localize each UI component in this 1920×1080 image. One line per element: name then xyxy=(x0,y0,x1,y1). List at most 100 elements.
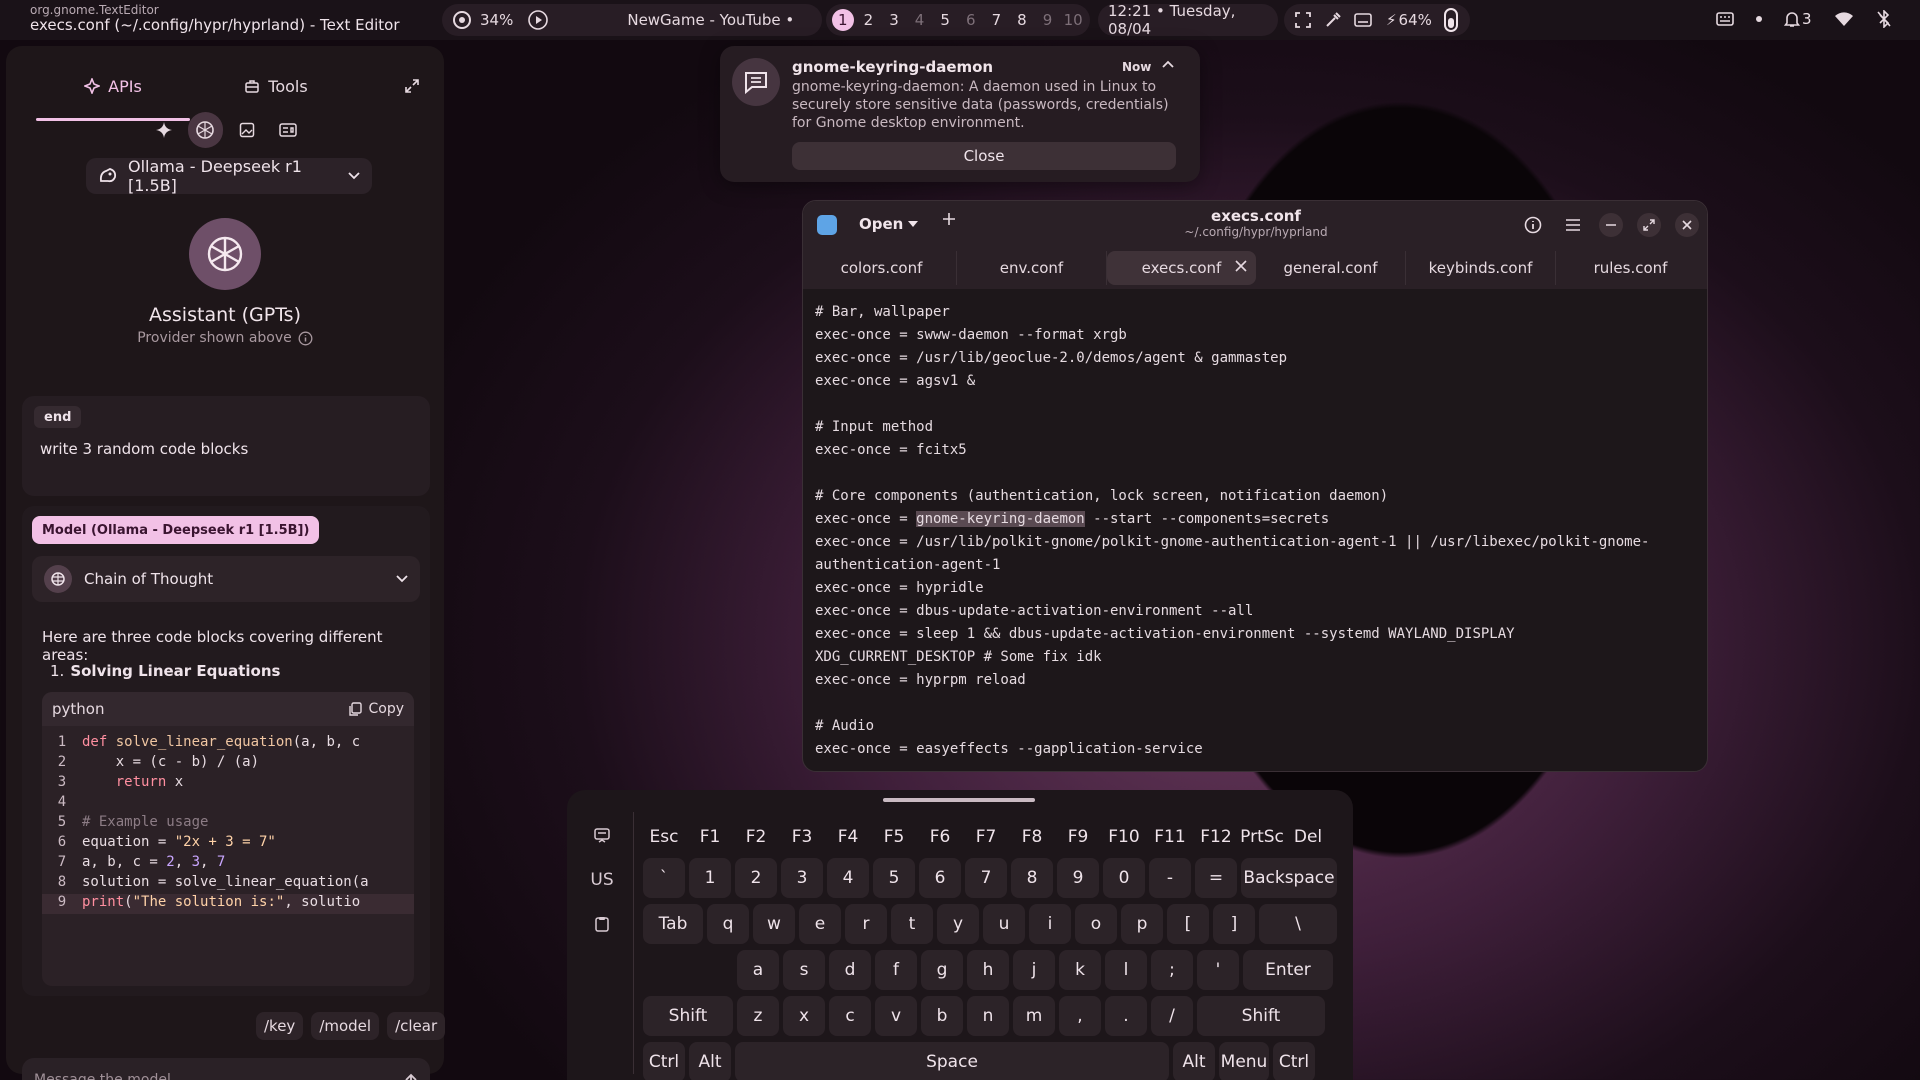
openai-provider-icon[interactable] xyxy=(187,112,223,148)
message-input[interactable]: Message the model... xyxy=(22,1058,430,1080)
key[interactable]: w xyxy=(753,904,795,944)
key[interactable]: F11 xyxy=(1149,822,1191,852)
drag-handle[interactable] xyxy=(883,798,1035,802)
editor-tab[interactable]: keybinds.conf xyxy=(1406,251,1556,285)
key[interactable]: F4 xyxy=(827,822,869,852)
key[interactable]: [ xyxy=(1167,904,1209,944)
notification-close-button[interactable]: Close xyxy=(792,142,1176,170)
key[interactable]: 0 xyxy=(1103,858,1145,898)
model-selector[interactable]: Ollama - Deepseek r1 [1.5B] xyxy=(86,157,372,195)
key[interactable]: 8 xyxy=(1011,858,1053,898)
key[interactable]: a xyxy=(737,950,779,990)
key[interactable]: i xyxy=(1029,904,1071,944)
key[interactable]: ' xyxy=(1197,950,1239,990)
workspace-4[interactable]: 4 xyxy=(909,9,931,31)
key[interactable]: v xyxy=(875,996,917,1036)
key[interactable]: 9 xyxy=(1057,858,1099,898)
close-button[interactable] xyxy=(1675,213,1699,237)
key[interactable]: Alt xyxy=(1173,1042,1215,1080)
key[interactable]: Menu xyxy=(1219,1042,1269,1080)
tab-apis[interactable]: APIs xyxy=(36,66,190,106)
key[interactable]: u xyxy=(983,904,1025,944)
key[interactable]: F10 xyxy=(1103,822,1145,852)
command-chip[interactable]: /key xyxy=(256,1012,304,1040)
workspace-8[interactable]: 8 xyxy=(1011,9,1033,31)
key[interactable]: f xyxy=(875,950,917,990)
key[interactable]: Del xyxy=(1287,822,1329,852)
key[interactable]: m xyxy=(1013,996,1055,1036)
key[interactable]: l xyxy=(1105,950,1147,990)
key[interactable]: r xyxy=(845,904,887,944)
key[interactable]: Enter xyxy=(1243,950,1333,990)
key[interactable]: 7 xyxy=(965,858,1007,898)
key[interactable]: Shift xyxy=(643,996,733,1036)
key[interactable]: F8 xyxy=(1011,822,1053,852)
editor-tab[interactable]: rules.conf xyxy=(1556,251,1705,285)
keyboard-layout-icon[interactable] xyxy=(1716,12,1734,26)
chain-of-thought-toggle[interactable]: Chain of Thought xyxy=(32,556,420,602)
info-icon[interactable] xyxy=(298,331,313,346)
workspace-5[interactable]: 5 xyxy=(934,9,956,31)
key[interactable]: F6 xyxy=(919,822,961,852)
command-chip[interactable]: /clear xyxy=(387,1012,446,1040)
clipboard-icon[interactable] xyxy=(584,908,620,940)
bluetooth-off-icon[interactable] xyxy=(1876,10,1892,28)
key[interactable]: x xyxy=(783,996,825,1036)
open-button[interactable]: Open xyxy=(859,215,919,233)
key[interactable]: F2 xyxy=(735,822,777,852)
close-tab-icon[interactable] xyxy=(1234,259,1248,273)
key[interactable]: . xyxy=(1105,996,1147,1036)
key[interactable]: Shift xyxy=(1197,996,1325,1036)
key[interactable]: 4 xyxy=(827,858,869,898)
key[interactable]: F5 xyxy=(873,822,915,852)
key[interactable]: ` xyxy=(643,858,685,898)
key[interactable]: / xyxy=(1151,996,1193,1036)
key[interactable]: z xyxy=(737,996,779,1036)
document-info-button[interactable] xyxy=(1521,213,1545,237)
copy-button[interactable]: Copy xyxy=(348,701,404,717)
key[interactable]: j xyxy=(1013,950,1055,990)
minimize-button[interactable] xyxy=(1599,213,1623,237)
restore-button[interactable] xyxy=(1637,213,1661,237)
workspace-3[interactable]: 3 xyxy=(883,9,905,31)
key[interactable]: PrtSc xyxy=(1240,822,1284,852)
key[interactable]: 6 xyxy=(919,858,961,898)
workspace-1[interactable]: 1 xyxy=(832,9,854,31)
send-icon[interactable] xyxy=(404,1073,418,1080)
key[interactable]: , xyxy=(1059,996,1101,1036)
selected-text[interactable]: gnome-keyring-daemon xyxy=(916,511,1085,527)
key[interactable]: s xyxy=(783,950,825,990)
key[interactable]: d xyxy=(829,950,871,990)
key[interactable]: = xyxy=(1195,858,1237,898)
key[interactable]: \ xyxy=(1259,904,1337,944)
workspace-2[interactable]: 2 xyxy=(858,9,880,31)
keyboard-icon[interactable] xyxy=(1354,13,1372,27)
key[interactable]: t xyxy=(891,904,933,944)
image-provider-icon[interactable] xyxy=(229,112,265,148)
key[interactable]: F7 xyxy=(965,822,1007,852)
workspace-7[interactable]: 7 xyxy=(986,9,1008,31)
key[interactable]: F3 xyxy=(781,822,823,852)
key[interactable]: Tab xyxy=(643,904,703,944)
key[interactable]: ] xyxy=(1213,904,1255,944)
key[interactable]: Alt xyxy=(689,1042,731,1080)
editor-tab[interactable]: env.conf xyxy=(957,251,1107,285)
key[interactable]: Space xyxy=(735,1042,1169,1080)
play-icon[interactable] xyxy=(527,9,549,31)
workspace-6[interactable]: 6 xyxy=(960,9,982,31)
key[interactable]: 5 xyxy=(873,858,915,898)
color-picker-icon[interactable] xyxy=(1324,11,1342,29)
key[interactable]: h xyxy=(967,950,1009,990)
translate-provider-icon[interactable] xyxy=(271,112,307,148)
key[interactable]: Ctrl xyxy=(643,1042,685,1080)
key[interactable]: y xyxy=(937,904,979,944)
key[interactable]: - xyxy=(1149,858,1191,898)
new-tab-button[interactable] xyxy=(941,211,957,227)
key[interactable]: c xyxy=(829,996,871,1036)
key[interactable]: F9 xyxy=(1057,822,1099,852)
key[interactable]: k xyxy=(1059,950,1101,990)
key[interactable]: F1 xyxy=(689,822,731,852)
chevron-up-icon[interactable] xyxy=(1162,60,1174,68)
editor-tab[interactable]: execs.conf xyxy=(1107,251,1256,285)
key[interactable]: e xyxy=(799,904,841,944)
